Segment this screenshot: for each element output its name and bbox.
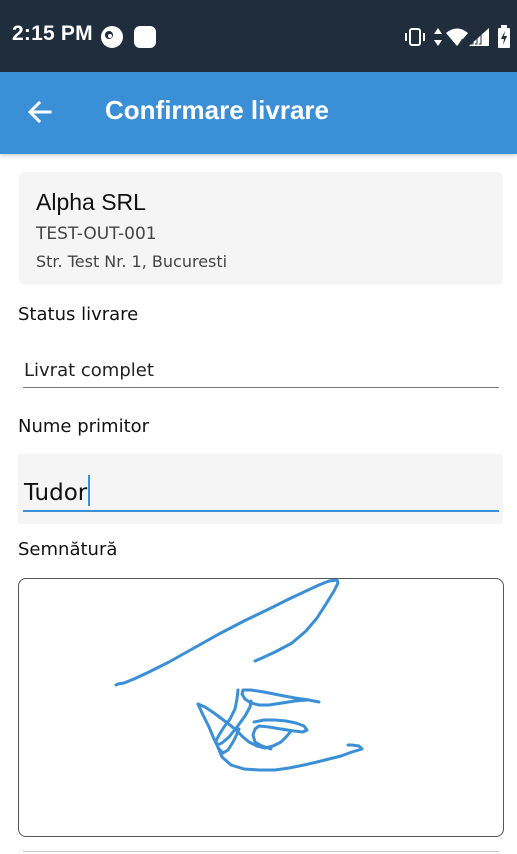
- signature-stroke: [114, 578, 364, 772]
- customer-address: Str. Test Nr. 1, Bucuresti: [36, 252, 228, 271]
- recipient-input[interactable]: Tudor: [23, 454, 499, 512]
- signature-pad[interactable]: [18, 578, 504, 837]
- arrow-left-icon[interactable]: [22, 94, 58, 130]
- notification-icon: [101, 26, 123, 48]
- page-title: Confirmare livrare: [105, 95, 329, 125]
- customer-card: Alpha SRL TEST-OUT-001 Str. Test Nr. 1, …: [19, 172, 503, 285]
- app-icon: [134, 26, 156, 48]
- signature-label: Semnătură: [18, 539, 118, 560]
- status-label: Status livrare: [18, 304, 139, 325]
- recipient-label: Nume primitor: [18, 416, 150, 437]
- recipient-text[interactable]: Tudor: [24, 480, 87, 506]
- battery-icon: [498, 25, 510, 48]
- status-value[interactable]: Livrat complet: [24, 360, 154, 381]
- divider: [23, 851, 499, 852]
- status-select[interactable]: Livrat complet: [23, 355, 499, 388]
- svg-text:4: 4: [459, 38, 464, 47]
- data-arrows-icon: [434, 28, 442, 46]
- recipient-field[interactable]: Tudor: [18, 454, 503, 524]
- wifi-icon: 4: [446, 28, 468, 47]
- order-code: TEST-OUT-001: [36, 224, 157, 244]
- status-bar: 2:15 PM 4: [0, 0, 517, 72]
- recipient-value[interactable]: Tudor: [24, 475, 91, 506]
- signal-icon: [469, 28, 489, 46]
- customer-name: Alpha SRL: [36, 189, 146, 215]
- app-bar: Confirmare livrare: [0, 72, 517, 154]
- text-cursor: [88, 475, 91, 506]
- status-time: 2:15 PM: [12, 22, 93, 45]
- back-button[interactable]: [22, 94, 58, 130]
- vibrate-icon: [405, 28, 425, 46]
